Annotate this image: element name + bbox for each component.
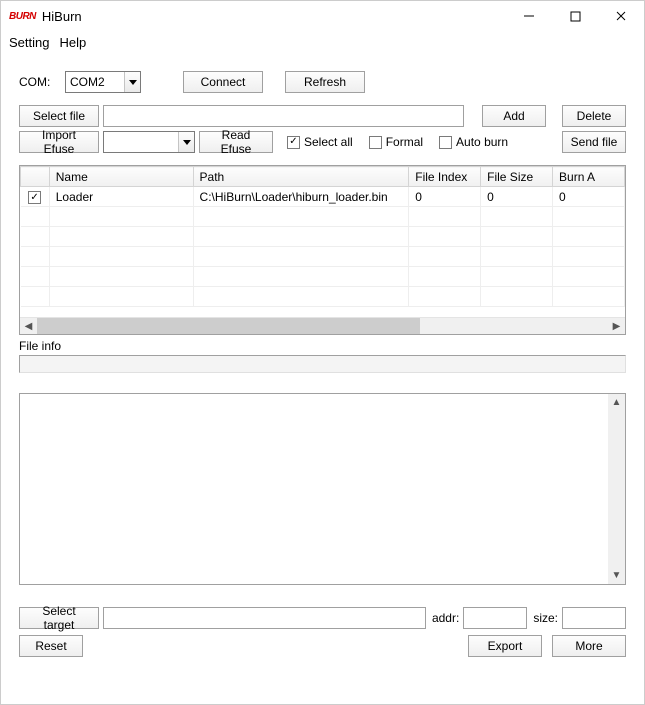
select-file-button[interactable]: Select file	[19, 105, 99, 127]
addr-input[interactable]	[463, 607, 527, 629]
col-file-index[interactable]: File Index	[409, 167, 481, 187]
table-row	[21, 207, 625, 227]
cell-burn-addr: 0	[553, 187, 625, 207]
cell-path: C:\HiBurn\Loader\hiburn_loader.bin	[193, 187, 409, 207]
select-all-checkbox[interactable]: Select all	[287, 135, 353, 149]
com-value: COM2	[66, 75, 124, 89]
col-file-size[interactable]: File Size	[481, 167, 553, 187]
com-select[interactable]: COM2	[65, 71, 141, 93]
scroll-thumb[interactable]	[37, 318, 420, 334]
com-row: COM: COM2 Connect Refresh	[19, 71, 626, 93]
file-path-input[interactable]	[103, 105, 464, 127]
read-efuse-button[interactable]: Read Efuse	[199, 131, 273, 153]
table-row	[21, 247, 625, 267]
formal-checkbox[interactable]: Formal	[369, 135, 423, 149]
file-info-box	[19, 355, 626, 373]
close-button[interactable]	[598, 1, 644, 31]
menu-setting[interactable]: Setting	[9, 35, 49, 50]
checkbox-icon	[287, 136, 300, 149]
add-button[interactable]: Add	[482, 105, 546, 127]
import-efuse-button[interactable]: Import Efuse	[19, 131, 99, 153]
scroll-down-icon[interactable]: ▼	[608, 567, 625, 584]
table-row	[21, 227, 625, 247]
table-row	[21, 267, 625, 287]
com-label: COM:	[19, 75, 57, 89]
col-burn-addr[interactable]: Burn A	[553, 167, 625, 187]
addr-label: addr:	[432, 611, 459, 625]
scroll-right-icon[interactable]: ▶	[608, 318, 625, 335]
target-input[interactable]	[103, 607, 426, 629]
formal-label: Formal	[386, 135, 423, 149]
vertical-scrollbar[interactable]: ▲ ▼	[608, 394, 625, 584]
window-title: HiBurn	[42, 9, 82, 24]
app-logo: BURN	[9, 11, 36, 22]
efuse-select[interactable]	[103, 131, 195, 153]
chevron-down-icon	[124, 72, 140, 92]
select-target-button[interactable]: Select target	[19, 607, 99, 629]
cell-name: Loader	[49, 187, 193, 207]
row-checkbox[interactable]	[28, 191, 41, 204]
more-button[interactable]: More	[552, 635, 626, 657]
target-row: Select target addr: size:	[19, 607, 626, 629]
options-row: Import Efuse Read Efuse Select all Forma…	[19, 131, 626, 153]
bottom-row: Reset Export More	[19, 635, 626, 657]
menu-help[interactable]: Help	[59, 35, 86, 50]
col-name[interactable]: Name	[49, 167, 193, 187]
file-info-label: File info	[19, 339, 626, 353]
checkbox-icon	[439, 136, 452, 149]
horizontal-scrollbar[interactable]: ◀ ▶	[20, 317, 625, 334]
scroll-left-icon[interactable]: ◀	[20, 318, 37, 335]
col-path[interactable]: Path	[193, 167, 409, 187]
log-output[interactable]: ▲ ▼	[19, 393, 626, 585]
cell-file-index: 0	[409, 187, 481, 207]
table-header-row: Name Path File Index File Size Burn A	[21, 167, 625, 187]
select-all-label: Select all	[304, 135, 353, 149]
connect-button[interactable]: Connect	[183, 71, 263, 93]
select-file-row: Select file Add Delete	[19, 105, 626, 127]
table-row	[21, 287, 625, 307]
scroll-up-icon[interactable]: ▲	[608, 394, 625, 411]
cell-file-size: 0	[481, 187, 553, 207]
auto-burn-label: Auto burn	[456, 135, 508, 149]
col-check[interactable]	[21, 167, 50, 187]
menu-bar: Setting Help	[1, 31, 644, 53]
file-table: Name Path File Index File Size Burn A Lo…	[19, 165, 626, 335]
delete-button[interactable]: Delete	[562, 105, 626, 127]
table-row[interactable]: Loader C:\HiBurn\Loader\hiburn_loader.bi…	[21, 187, 625, 207]
title-bar: BURN HiBurn	[1, 1, 644, 31]
size-input[interactable]	[562, 607, 626, 629]
chevron-down-icon	[178, 132, 194, 152]
checkbox-icon	[369, 136, 382, 149]
send-file-button[interactable]: Send file	[562, 131, 626, 153]
maximize-button[interactable]	[552, 1, 598, 31]
size-label: size:	[533, 611, 558, 625]
auto-burn-checkbox[interactable]: Auto burn	[439, 135, 508, 149]
minimize-button[interactable]	[506, 1, 552, 31]
refresh-button[interactable]: Refresh	[285, 71, 365, 93]
reset-button[interactable]: Reset	[19, 635, 83, 657]
export-button[interactable]: Export	[468, 635, 542, 657]
